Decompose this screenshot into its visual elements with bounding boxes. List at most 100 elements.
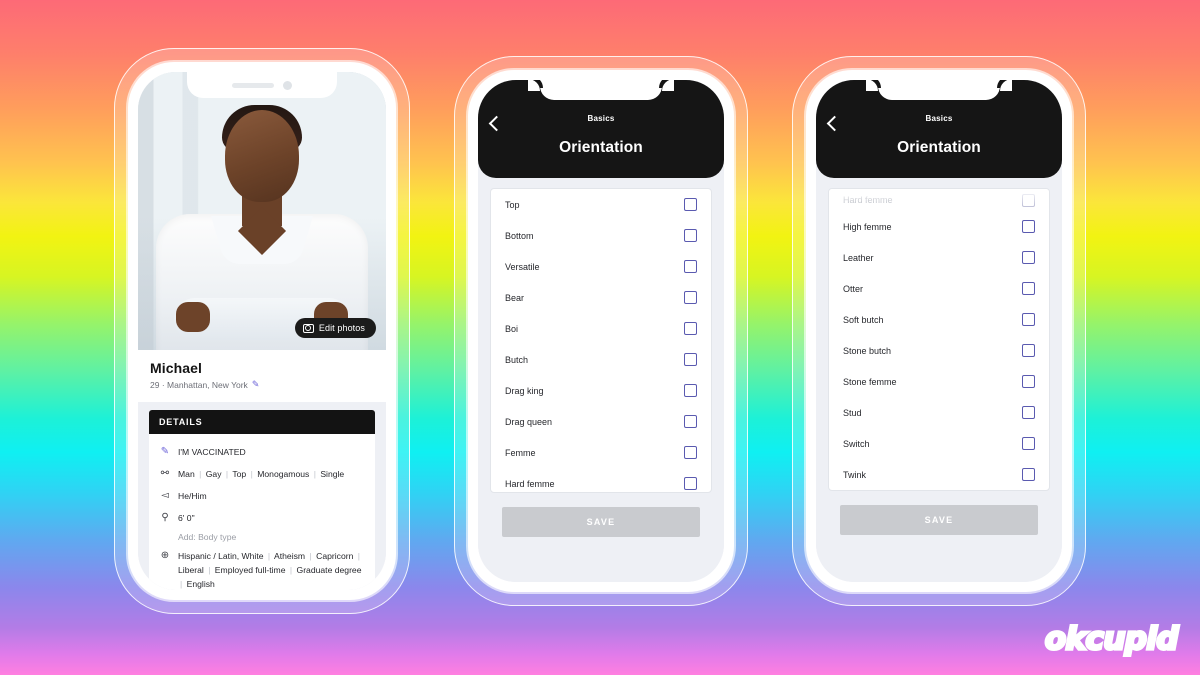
identity-icon: ⚯ [160,468,170,479]
screenshot-stage: Edit photos Michael 29 · Manhattan, New … [0,0,1200,675]
list-item[interactable]: Stud [829,397,1049,428]
details-text-height: 6' 0" [178,513,195,523]
orientation-a-list[interactable]: Top Bottom Versatile Bear Boi Butch Drag… [490,188,712,493]
list-item[interactable]: Stone femme [829,366,1049,397]
save-button[interactable]: SAVE [502,507,700,537]
option-label: Stud [843,407,862,418]
details-text-identity: Man | Gay | Top | Monogamous | Single [178,469,345,479]
option-label: Femme [505,447,536,458]
phone-notch [187,72,337,98]
pencil-icon[interactable]: ✎ [252,379,260,390]
checkbox[interactable] [684,322,697,335]
profile-identity: Michael 29 · Manhattan, New York ✎ [138,350,386,402]
details-body: ✎ I'M VACCINATED ⚯ Man | Gay | Top | Mon… [149,434,375,590]
edit-photos-label: Edit photos [318,323,365,333]
details-text-vaccinated: I'M VACCINATED [178,447,246,457]
orientation-b-header: Basics Orientation [816,80,1062,178]
details-header: DETAILS [149,410,375,434]
phone-notch [866,80,1012,100]
checkbox[interactable] [684,260,697,273]
orientation-a-screen: Basics Orientation Top Bottom Versatile … [478,80,724,582]
checkbox[interactable] [1022,344,1035,357]
phone-notch [528,80,674,100]
details-section: DETAILS ✎ I'M VACCINATED ⚯ Man | Gay | T… [138,402,386,590]
details-row-background[interactable]: ⊕ Hispanic / Latin, White | Atheism | Ca… [159,545,365,590]
details-row-pronouns[interactable]: ◅ He/Him [159,485,365,507]
option-label: Switch [843,438,870,449]
option-label: Top [505,199,520,210]
add-body-type-link[interactable]: Add: Body type [159,529,365,545]
option-label: Hard femme [843,195,893,205]
option-label: Bottom [505,230,534,241]
option-label: Hard femme [505,478,555,489]
orientation-a-list-area: Top Bottom Versatile Bear Boi Butch Drag… [478,178,724,582]
list-item[interactable]: Drag king [491,375,711,406]
list-item[interactable]: Bear [491,282,711,313]
checkbox[interactable] [1022,375,1035,388]
profile-name: Michael [150,360,203,376]
list-item[interactable]: Switch [829,428,1049,459]
checkbox[interactable] [1022,251,1035,264]
checkbox[interactable] [1022,406,1035,419]
phone-orientation-a: Basics Orientation Top Bottom Versatile … [454,56,748,606]
checkbox[interactable] [684,477,697,490]
list-item[interactable]: Drag queen [491,406,711,437]
checkbox[interactable] [684,353,697,366]
pronouns-icon: ◅ [161,490,169,501]
list-item[interactable]: Leather [829,242,1049,273]
details-row-height[interactable]: ⚲ 6' 0" [159,507,365,529]
checkbox[interactable] [684,198,697,211]
profile-subtitle-row: 29 · Manhattan, New York ✎ [150,379,374,390]
checkbox[interactable] [1022,313,1035,326]
checkbox[interactable] [1022,282,1035,295]
option-label: Boi [505,323,519,334]
option-label: Stone femme [843,376,897,387]
checkbox[interactable] [684,415,697,428]
option-label: Versatile [505,261,540,272]
orientation-b-screen: Basics Orientation Hard femme High femme… [816,80,1062,582]
list-item[interactable]: High femme [829,211,1049,242]
checkbox[interactable] [684,446,697,459]
globe-icon: ⊕ [160,550,170,561]
okcupid-logo: okcupid [1043,620,1180,659]
profile-screen: Edit photos Michael 29 · Manhattan, New … [138,72,386,590]
camera-icon [302,323,314,333]
checkbox[interactable] [684,229,697,242]
checkbox[interactable] [684,384,697,397]
checkbox[interactable] [1022,437,1035,450]
list-item[interactable]: Otter [829,273,1049,304]
page-title: Orientation [559,139,643,156]
profile-photo[interactable]: Edit photos [138,72,386,350]
details-text-background: Hispanic / Latin, White | Atheism | Capr… [178,551,362,589]
list-item[interactable]: Soft butch [829,304,1049,335]
edit-photos-button[interactable]: Edit photos [294,318,376,338]
details-row-identity[interactable]: ⚯ Man | Gay | Top | Monogamous | Single [159,463,365,485]
checkbox[interactable] [684,291,697,304]
list-item[interactable]: Hard femme [491,468,711,492]
details-row-vaccinated[interactable]: ✎ I'M VACCINATED [159,441,365,463]
profile-subtitle: 29 · Manhattan, New York [150,379,248,390]
list-item[interactable]: Hard femme [829,189,1049,211]
option-label: Drag queen [505,416,553,427]
details-card: DETAILS ✎ I'M VACCINATED ⚯ Man | Gay | T… [149,410,375,590]
checkbox[interactable] [1022,193,1035,207]
list-item[interactable]: Twink [829,459,1049,490]
list-item[interactable]: Femme [491,437,711,468]
save-button[interactable]: SAVE [840,505,1038,535]
list-item[interactable]: Butch [491,344,711,375]
list-item[interactable]: Versatile [491,251,711,282]
option-label: Leather [843,252,874,263]
option-label: Drag king [505,385,544,396]
option-label: Bear [505,292,525,303]
option-label: Otter [843,283,864,294]
option-label: Soft butch [843,314,884,325]
checkbox[interactable] [1022,220,1035,233]
list-item[interactable]: Stone butch [829,335,1049,366]
option-label: Twink [843,469,867,480]
list-item[interactable]: Boi [491,313,711,344]
list-item[interactable]: Bottom [491,220,711,251]
list-item[interactable]: Top [491,189,711,220]
page-title: Orientation [897,139,981,156]
checkbox[interactable] [1022,468,1035,481]
orientation-b-list[interactable]: Hard femme High femme Leather Otter Soft… [828,188,1050,491]
